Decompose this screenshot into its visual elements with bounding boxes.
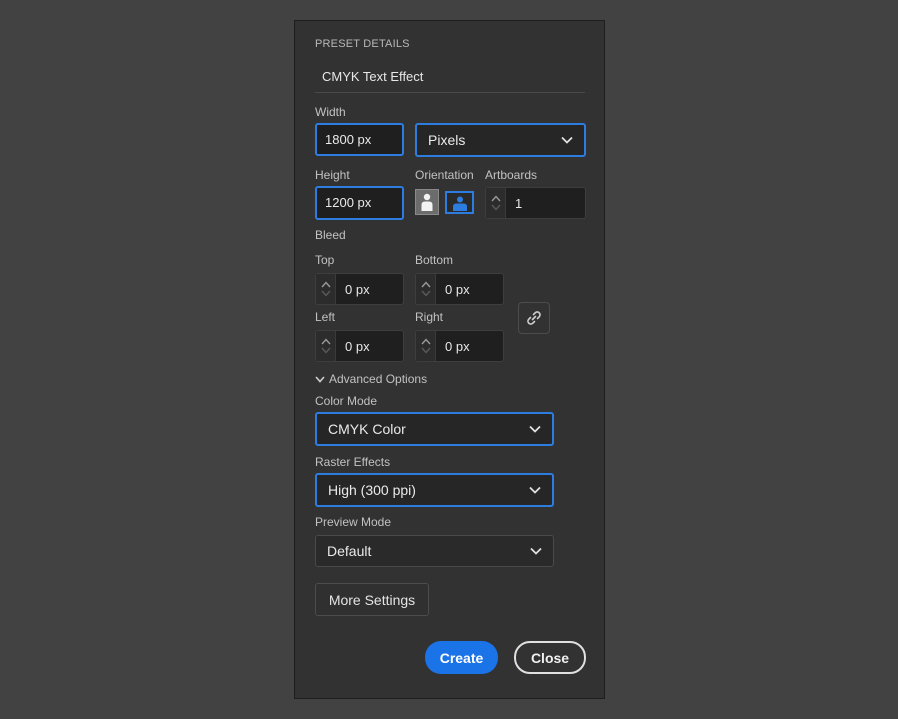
bleed-bottom-label: Bottom [415,253,454,267]
artboards-label: Artboards [485,168,538,182]
chevron-down-icon [529,486,541,494]
width-label: Width [315,105,346,119]
portrait-orientation-button[interactable] [415,189,439,215]
chevron-up-icon[interactable] [490,195,501,202]
chevron-down-icon [529,425,541,433]
chevron-up-icon[interactable] [420,281,431,288]
height-input[interactable]: 1200 px [315,186,404,220]
color-mode-value: CMYK Color [328,421,406,437]
bleed-top-value: 0 px [345,281,370,297]
units-select[interactable]: Pixels [415,123,586,157]
preview-mode-label: Preview Mode [315,515,392,529]
preset-details-panel: PRESET DETAILS CMYK Text Effect Width 18… [294,20,605,699]
bleed-bottom-spinner[interactable] [416,274,436,304]
bleed-left-label: Left [315,310,336,324]
chevron-down-icon [530,547,542,555]
more-settings-button[interactable]: More Settings [315,583,429,616]
advanced-options-toggle[interactable]: Advanced Options [315,372,427,386]
preview-mode-select[interactable]: Default [315,535,554,567]
bleed-top-spinner[interactable] [316,274,336,304]
units-value: Pixels [428,132,466,148]
bleed-bottom-value: 0 px [445,281,470,297]
chevron-down-icon[interactable] [420,347,431,354]
raster-effects-label: Raster Effects [315,455,391,469]
advanced-options-label: Advanced Options [329,372,428,386]
bleed-top-label: Top [315,253,335,267]
chevron-down-icon [315,375,325,383]
color-mode-select[interactable]: CMYK Color [315,412,554,446]
raster-effects-select[interactable]: High (300 ppi) [315,473,554,507]
color-mode-label: Color Mode [315,394,378,408]
close-button[interactable]: Close [514,641,586,674]
landscape-orientation-button[interactable] [445,191,474,214]
bleed-right-stepper[interactable]: 0 px [415,330,504,362]
bleed-top-stepper[interactable]: 0 px [315,273,404,305]
chevron-down-icon[interactable] [420,290,431,297]
orientation-label: Orientation [415,168,474,182]
artboards-stepper[interactable]: 1 [485,187,586,219]
bleed-right-value: 0 px [445,338,470,354]
bleed-left-spinner[interactable] [316,331,336,361]
chevron-down-icon[interactable] [320,347,331,354]
bleed-left-value: 0 px [345,338,370,354]
artboards-value: 1 [515,195,523,211]
portrait-person-icon [421,193,433,211]
landscape-person-icon [452,196,467,211]
chevron-up-icon[interactable] [320,281,331,288]
artboards-spinner[interactable] [486,188,506,218]
bleed-bottom-stepper[interactable]: 0 px [415,273,504,305]
chevron-down-icon[interactable] [490,204,501,211]
preview-mode-value: Default [327,543,372,559]
chevron-down-icon[interactable] [320,290,331,297]
chevron-up-icon[interactable] [420,338,431,345]
create-button[interactable]: Create [425,641,498,674]
link-bleed-button[interactable] [518,302,550,334]
width-input[interactable]: 1800 px [315,123,404,156]
raster-effects-value: High (300 ppi) [328,482,416,498]
height-label: Height [315,168,350,182]
chevron-up-icon[interactable] [320,338,331,345]
link-chain-icon [527,311,541,325]
bleed-right-label: Right [415,310,444,324]
bleed-left-stepper[interactable]: 0 px [315,330,404,362]
preset-name-input[interactable]: CMYK Text Effect [315,61,585,93]
section-title: PRESET DETAILS [315,38,410,50]
bleed-right-spinner[interactable] [416,331,436,361]
bleed-label: Bleed [315,228,346,242]
chevron-down-icon [561,136,573,144]
